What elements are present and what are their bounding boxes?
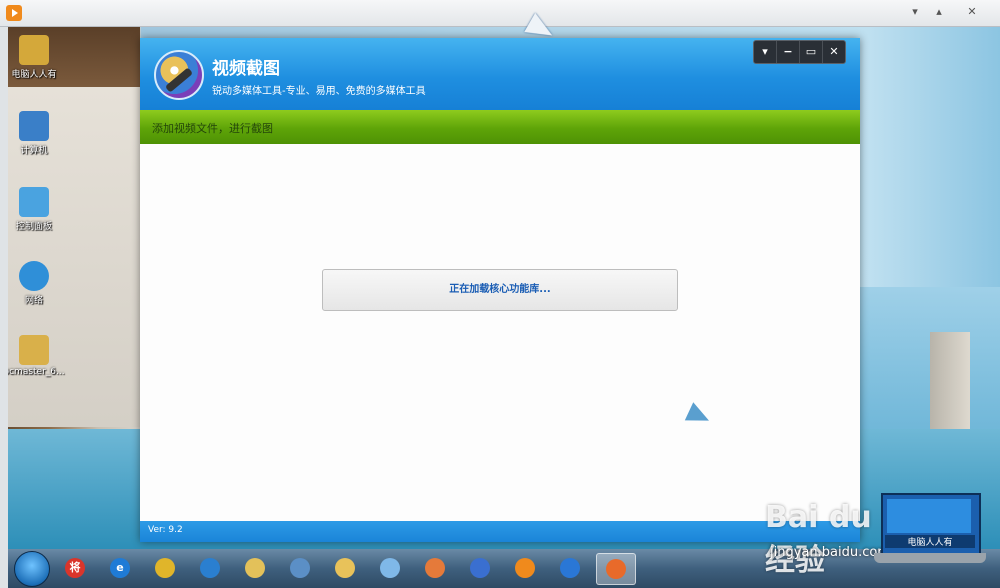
pinwheel-app-icon [380,558,400,578]
taskbar-file-explorer[interactable] [326,553,364,583]
control-panel-icon [19,187,49,217]
remote-desktop-icon [290,558,310,578]
video-player-icon[interactable] [6,5,22,21]
folder-icon [19,335,49,365]
minimize-button[interactable]: − [777,41,800,63]
chrome-icon [155,558,175,578]
app-title: 视频截图 [212,59,280,79]
taskbar-paint-app[interactable] [416,553,454,583]
menu-dropdown-button[interactable]: ▾ [754,41,777,63]
desktop-icon-computer[interactable]: 计算机 [8,111,66,156]
folder-user-icon [19,35,49,65]
ie-browser-icon: e [110,558,130,578]
desktop-icon-control-panel[interactable]: 控制面板 [8,187,66,232]
desktop-icon-network[interactable]: 网络 [8,261,66,306]
screenshot-app-icon [606,559,626,579]
taskbar-screenshot-app[interactable] [596,553,636,585]
computer-icon [19,111,49,141]
jiang-app-icon: 将 [65,558,85,578]
badge-screen [887,499,971,533]
taskbar-office-app[interactable] [551,553,589,583]
taskbar-remote-desktop[interactable] [281,553,319,583]
window-controls: ▾ − ▭ ✕ [753,40,846,64]
app-subtitle: 锐动多媒体工具-专业、易用、免费的多媒体工具 [212,86,426,97]
laptop-base-icon [874,553,986,563]
desktop-icon-pcmaster[interactable]: pcmaster_6... [8,335,66,377]
close-button[interactable]: ✕ [823,41,845,63]
taskbar-jiang-app[interactable]: 将 [56,553,94,583]
search-app-icon [200,558,220,578]
taskbar-media-app[interactable] [461,553,499,583]
app-header: 视频截图 锐动多媒体工具-专业、易用、免费的多媒体工具 ▾ − ▭ ✕ [140,38,860,110]
mouse-cursor-icon [684,402,714,430]
baidu-watermark: Bai du 经验 [765,500,872,578]
media-app-icon [470,558,490,578]
paint-app-icon [425,558,445,578]
desktop-icon-pc-user[interactable]: 电脑人人有 [8,35,66,80]
app-toolbar: 添加视频文件，进行截图 [140,110,860,144]
maximize-button[interactable]: ▭ [800,41,823,63]
taskbar-pinwheel-app[interactable] [371,553,409,583]
outer-collapse-button[interactable]: ▴ [929,3,949,21]
taskbar-ie-browser[interactable]: e [101,553,139,583]
taskbar-video-player[interactable] [506,553,544,583]
office-app-icon [560,558,580,578]
add-video-file-link[interactable]: 添加视频文件，进行截图 [152,120,273,136]
watermark-url: jingyan.baidu.com [770,545,890,560]
app-logo-icon [154,50,204,100]
folder-app-icon [245,558,265,578]
start-button[interactable] [14,551,50,587]
video-screenshot-window: 视频截图 锐动多媒体工具-专业、易用、免费的多媒体工具 ▾ − ▭ ✕ 添加视频… [140,38,860,542]
badge-label: 电脑人人有 [885,535,975,548]
taskbar-folder-app[interactable] [236,553,274,583]
app-body: 正在加载核心功能库... [140,144,860,521]
network-globe-icon [19,261,49,291]
file-explorer-icon [335,558,355,578]
outer-dropdown-button[interactable]: ▾ [905,3,925,21]
video-player-icon [515,558,535,578]
taskbar-search-app[interactable] [191,553,229,583]
status-bar: Ver: 9.2 [140,521,860,542]
outer-window-titlebar: ▾ ▴ ✕ [0,0,1000,27]
watermark-badge: 电脑人人有 [881,493,981,555]
version-label: Ver: 9.2 [148,525,183,535]
taskbar-chrome[interactable] [146,553,184,583]
outer-close-button[interactable]: ✕ [962,3,982,21]
loading-status: 正在加载核心功能库... [322,269,678,311]
